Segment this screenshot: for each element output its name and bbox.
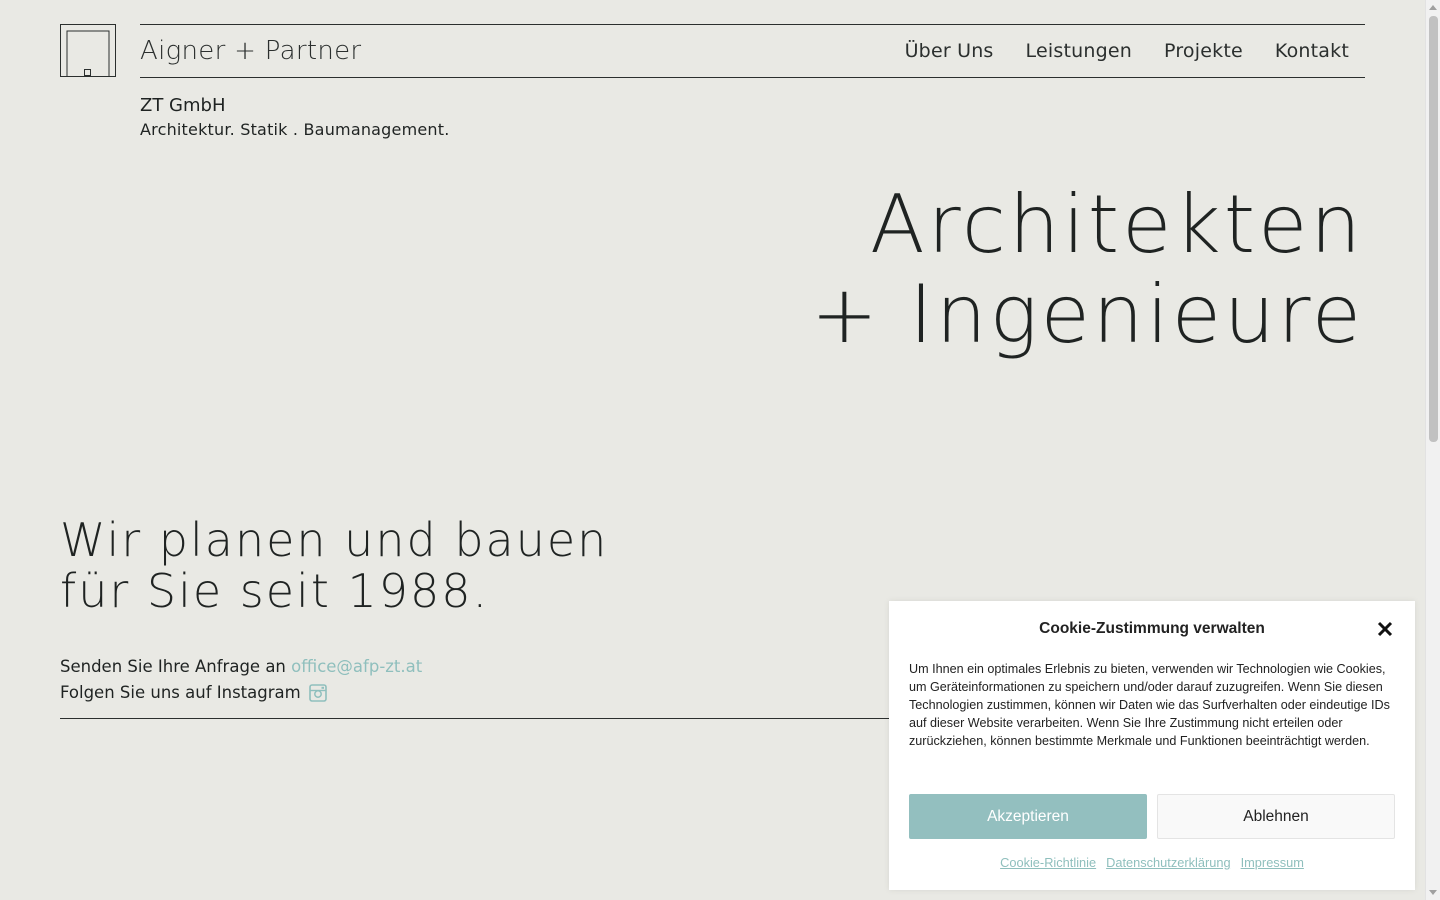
scroll-up-icon[interactable] xyxy=(1429,5,1437,10)
close-icon[interactable] xyxy=(1375,619,1395,639)
header: Aigner + Partner Über Uns Leistungen Pro… xyxy=(140,24,1365,78)
instagram-row: Folgen Sie uns auf Instagram xyxy=(60,680,422,706)
scroll-down-icon[interactable] xyxy=(1429,890,1437,895)
hero-title: Architekten + Ingenieure xyxy=(811,180,1364,360)
imprint-link[interactable]: Impressum xyxy=(1241,855,1304,870)
privacy-policy-link[interactable]: Datenschutzerklärung xyxy=(1106,855,1230,870)
instagram-text: Folgen Sie uns auf Instagram xyxy=(60,683,301,702)
company-info: ZT GmbH Architektur. Statik . Baumanagem… xyxy=(140,95,450,139)
logo[interactable] xyxy=(60,24,116,77)
nav-item-projekte[interactable]: Projekte xyxy=(1164,40,1243,62)
cookie-consent-dialog: Cookie-Zustimmung verwalten Um Ihnen ein… xyxy=(889,601,1415,890)
main-nav: Über Uns Leistungen Projekte Kontakt xyxy=(905,40,1349,62)
email-link[interactable]: office@afp-zt.at xyxy=(291,654,422,680)
company-name: ZT GmbH xyxy=(140,95,226,116)
hero-line-2: + Ingenieure xyxy=(810,268,1364,361)
cookie-body: Um Ihnen ein optimales Erlebnis zu biete… xyxy=(909,662,1390,748)
nav-item-ueber-uns[interactable]: Über Uns xyxy=(905,40,994,62)
brand-name[interactable]: Aigner + Partner xyxy=(140,36,361,66)
request-row: Senden Sie Ihre Anfrage an office@afp-zt… xyxy=(60,654,422,680)
scrollbar[interactable] xyxy=(1425,0,1440,900)
divider xyxy=(60,718,890,719)
intro-heading: Wir planen und bauen für Sie seit 1988. xyxy=(60,515,608,617)
cookie-links: Cookie-Richtlinie Datenschutzerklärung I… xyxy=(889,855,1415,870)
intro-line-2: für Sie seit 1988. xyxy=(60,564,490,618)
hero-line-1: Architekten xyxy=(870,178,1364,271)
intro-line-1: Wir planen und bauen xyxy=(60,513,609,567)
nav-item-kontakt[interactable]: Kontakt xyxy=(1275,40,1349,62)
contact-section: Senden Sie Ihre Anfrage an office@afp-zt… xyxy=(60,654,422,706)
cookie-policy-link[interactable]: Cookie-Richtlinie xyxy=(1000,855,1096,870)
deny-button[interactable]: Ablehnen xyxy=(1157,794,1395,839)
instagram-icon[interactable] xyxy=(308,684,327,702)
company-tagline: Architektur. Statik . Baumanagement. xyxy=(140,120,450,139)
request-text: Senden Sie Ihre Anfrage an xyxy=(60,657,286,676)
accept-button[interactable]: Akzeptieren xyxy=(909,794,1147,839)
scroll-thumb[interactable] xyxy=(1429,16,1438,442)
cookie-title: Cookie-Zustimmung verwalten xyxy=(1039,620,1265,637)
nav-item-leistungen[interactable]: Leistungen xyxy=(1026,40,1132,62)
